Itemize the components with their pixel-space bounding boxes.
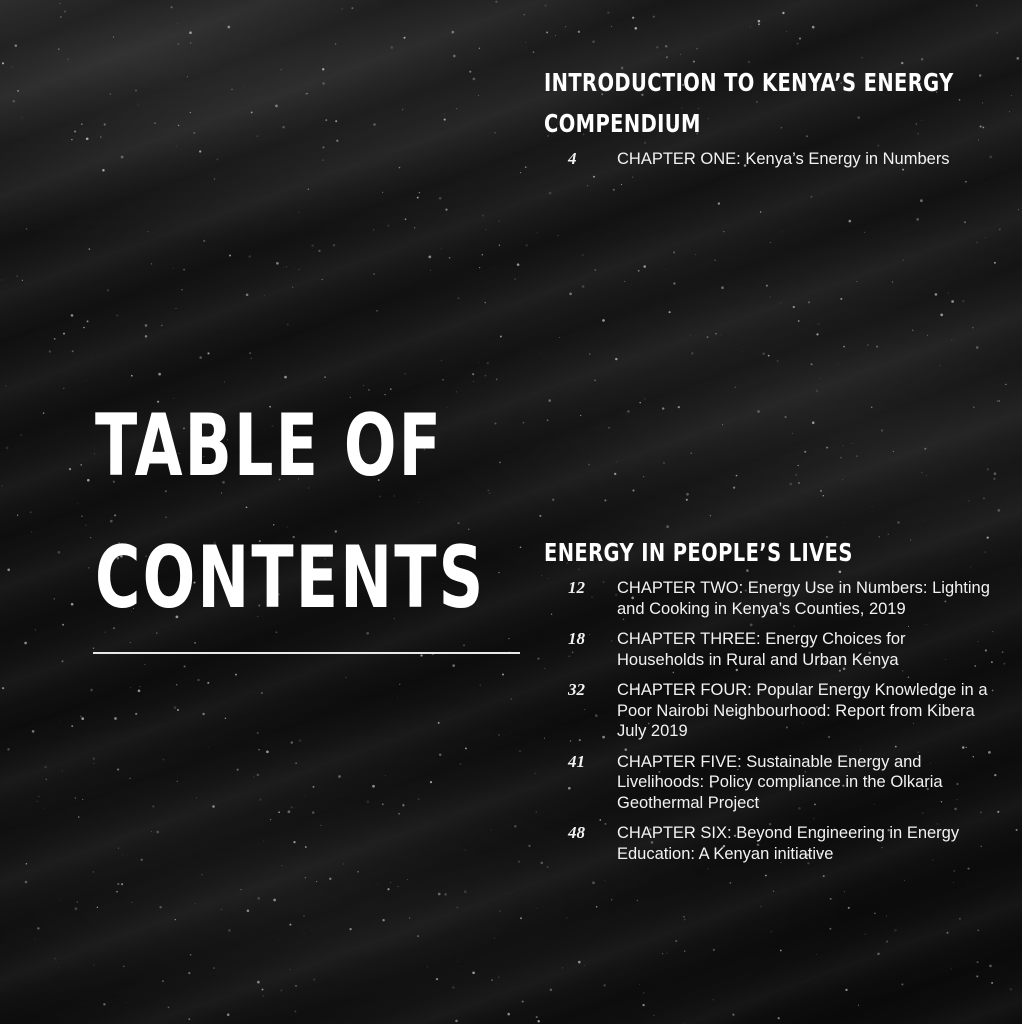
chapter-title: CHAPTER TWO: Energy Use in Numbers: Ligh… (617, 579, 990, 618)
title-divider (93, 652, 520, 654)
section-entries-lives: 12 CHAPTER TWO: Energy Use in Numbers: L… (560, 578, 990, 874)
toc-entry[interactable]: 18 CHAPTER THREE: Energy Choices for Hou… (560, 629, 990, 670)
section-heading-line: INTRODUCTION TO KENYA’S ENERGY (544, 68, 954, 97)
section-entries-intro: 4 CHAPTER ONE: Kenya’s Energy in Numbers (560, 149, 990, 180)
chapter-title: CHAPTER ONE: Kenya’s Energy in Numbers (617, 150, 950, 168)
section-heading-line: ENERGY IN PEOPLE’S LIVES (544, 538, 853, 567)
page-number: 32 (568, 680, 585, 699)
toc-title: TABLE OF CONTENTS (95, 380, 525, 644)
toc-entry[interactable]: 48 CHAPTER SIX: Beyond Engineering in En… (560, 823, 990, 864)
page-number: 12 (568, 578, 585, 597)
section-heading-line: COMPENDIUM (544, 109, 701, 138)
toc-page: TABLE OF CONTENTS INTRODUCTION TO KENYA’… (0, 0, 1022, 1024)
page-number: 4 (568, 149, 577, 168)
page-number: 48 (568, 823, 585, 842)
chapter-title: CHAPTER SIX: Beyond Engineering in Energ… (617, 824, 960, 863)
toc-entry[interactable]: 41 CHAPTER FIVE: Sustainable Energy and … (560, 752, 990, 814)
toc-title-line-1: TABLE OF (95, 396, 444, 496)
toc-entry[interactable]: 12 CHAPTER TWO: Energy Use in Numbers: L… (560, 578, 990, 619)
section-heading-lives: ENERGY IN PEOPLE’S LIVES (544, 532, 853, 573)
section-heading-intro: INTRODUCTION TO KENYA’S ENERGY COMPENDIU… (544, 62, 954, 144)
toc-entry[interactable]: 32 CHAPTER FOUR: Popular Energy Knowledg… (560, 680, 990, 742)
chapter-title: CHAPTER THREE: Energy Choices for Househ… (617, 630, 906, 669)
page-number: 18 (568, 629, 585, 648)
page-number: 41 (568, 751, 585, 771)
chapter-title: CHAPTER FIVE: Sustainable Energy and Liv… (617, 752, 943, 812)
chapter-title: CHAPTER FOUR: Popular Energy Knowledge i… (617, 681, 988, 740)
toc-title-line-2: CONTENTS (95, 528, 486, 628)
toc-entry[interactable]: 4 CHAPTER ONE: Kenya’s Energy in Numbers (560, 149, 990, 170)
